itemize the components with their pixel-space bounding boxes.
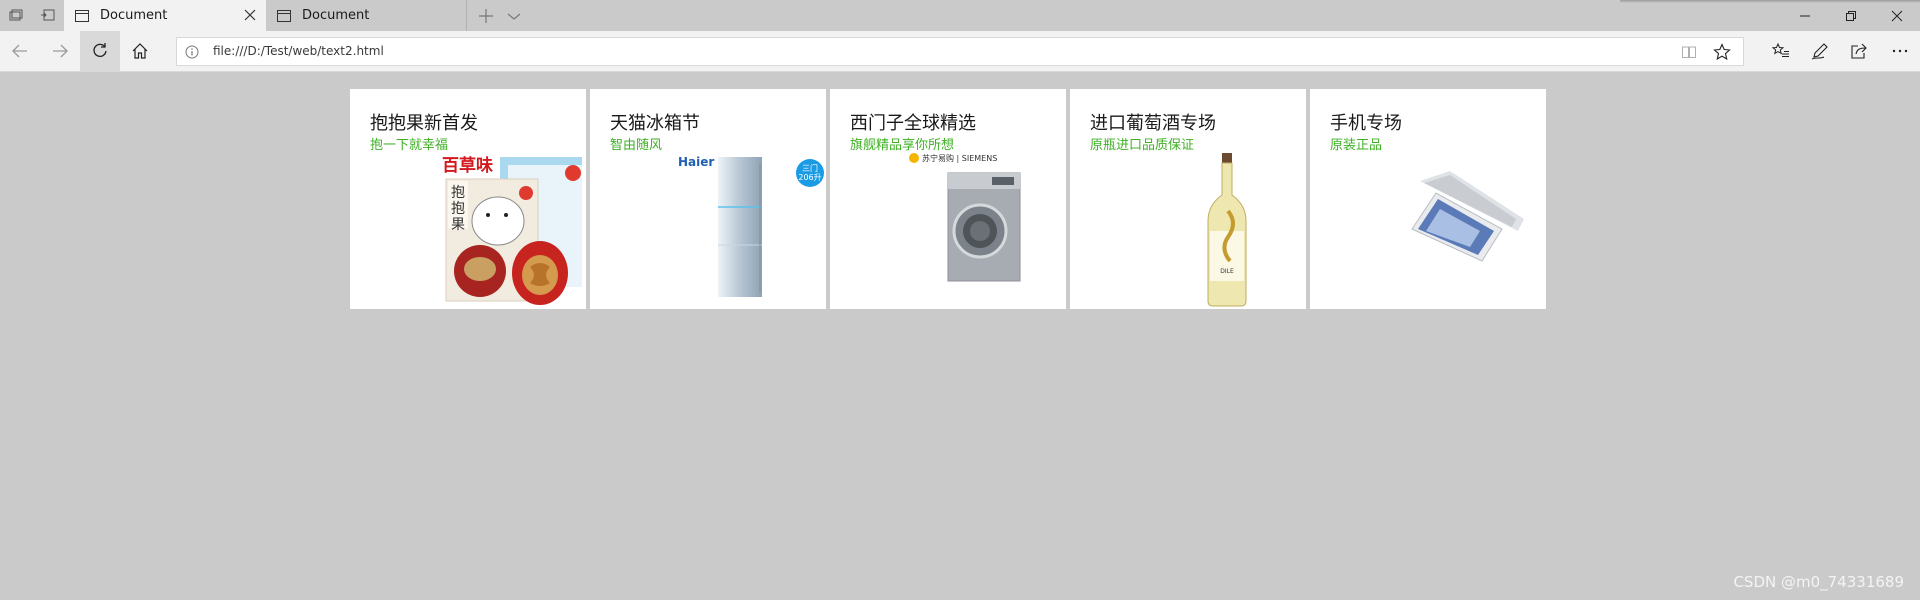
refrigerator-icon: Haier 三门 206升: [678, 155, 824, 297]
new-tab-icon[interactable]: [474, 4, 498, 28]
brand-logo: 百草味: [442, 155, 493, 176]
card-fridge-festival[interactable]: 天猫冰箱节 智由随风 Haier 三门 206升: [590, 89, 826, 309]
forward-arrow-icon: [53, 44, 68, 58]
reading-view-icon[interactable]: [1681, 44, 1697, 60]
home-icon: [132, 43, 148, 59]
close-tab-icon[interactable]: [242, 7, 258, 23]
watermark: CSDN @m0_74331689: [1733, 573, 1904, 591]
tab-title: Document: [100, 8, 168, 23]
card-baobaoguo[interactable]: 抱抱果新首发 抱一下就幸福 百草味 抱 抱 果: [350, 89, 586, 309]
web-note-button[interactable]: [1800, 31, 1840, 71]
favorites-hub-button[interactable]: [1761, 31, 1801, 71]
wine-bottle-icon: DILE: [1207, 153, 1247, 307]
info-icon[interactable]: [185, 45, 199, 59]
page-icon: [75, 9, 89, 22]
card-subtitle: 原装正品: [1330, 138, 1383, 153]
forward-button[interactable]: [40, 31, 80, 71]
card-siemens-selection[interactable]: 西门子全球精选 旗舰精品享你所想 苏宁易购 | SIEMENS: [830, 89, 1066, 309]
refresh-button[interactable]: [80, 31, 120, 71]
brand-logo: 苏宁易购 | SIEMENS: [922, 153, 997, 163]
tab-divider: [466, 0, 467, 31]
share-icon: [1851, 43, 1867, 59]
address-bar[interactable]: file:///D:/Test/web/text2.html: [176, 37, 1744, 66]
close-window-button[interactable]: [1874, 0, 1920, 31]
dried-fruit-package-icon: 百草味 抱 抱 果: [442, 155, 582, 305]
restore-icon: [1846, 10, 1856, 21]
more-button[interactable]: [1880, 31, 1920, 71]
page-icon: [277, 9, 291, 22]
card-title: 天猫冰箱节: [610, 113, 700, 134]
minimize-icon: [1800, 15, 1810, 16]
card-title: 抱抱果新首发: [370, 113, 478, 134]
card-subtitle: 智由随风: [610, 138, 663, 153]
card-imported-wine[interactable]: 进口葡萄酒专场 原瓶进口品质保证 DILE: [1070, 89, 1306, 309]
home-button[interactable]: [120, 31, 160, 71]
tab-title: Document: [302, 8, 370, 23]
pen-icon: [1811, 43, 1828, 60]
card-phone-special[interactable]: 手机专场 原装正品: [1310, 89, 1546, 309]
refresh-icon: [93, 43, 107, 57]
card-title: 西门子全球精选: [850, 113, 976, 134]
favorites-hub-icon: [1772, 42, 1789, 57]
close-icon: [1891, 10, 1903, 21]
chevron-down-icon[interactable]: [502, 4, 526, 28]
wine-label: DILE: [1220, 268, 1234, 275]
svg-text:果: 果: [451, 217, 465, 233]
tab-document-1[interactable]: Document: [64, 0, 266, 31]
more-dots-icon: [1892, 49, 1908, 53]
navigation-bar: file:///D:/Test/web/text2.html: [0, 31, 1920, 72]
back-button[interactable]: [0, 31, 40, 71]
svg-text:抱: 抱: [451, 185, 465, 201]
tab-bar: Document Document: [0, 0, 1920, 31]
card-subtitle: 原瓶进口品质保证: [1090, 138, 1195, 153]
washing-machine-icon: 苏宁易购 | SIEMENS: [909, 153, 1021, 282]
card-title: 手机专场: [1330, 113, 1402, 134]
restore-button[interactable]: [1828, 0, 1874, 31]
card-subtitle: 抱一下就幸福: [370, 138, 449, 153]
share-button[interactable]: [1839, 31, 1879, 71]
badge-line2: 206升: [798, 173, 821, 182]
set-tabs-aside-icon[interactable]: [40, 7, 56, 23]
back-arrow-icon: [12, 44, 27, 58]
favorite-star-icon[interactable]: [1713, 43, 1731, 61]
card-title: 进口葡萄酒专场: [1090, 113, 1216, 134]
brand-logo: Haier: [678, 155, 714, 169]
smartphone-icon: [1411, 171, 1524, 262]
tab-preview-icon[interactable]: [8, 7, 24, 23]
svg-text:抱: 抱: [451, 201, 465, 217]
minimize-button[interactable]: [1782, 0, 1828, 31]
tab-document-2[interactable]: Document: [266, 0, 466, 31]
badge-line1: 三门: [802, 163, 818, 173]
url-text[interactable]: file:///D:/Test/web/text2.html: [213, 38, 384, 65]
